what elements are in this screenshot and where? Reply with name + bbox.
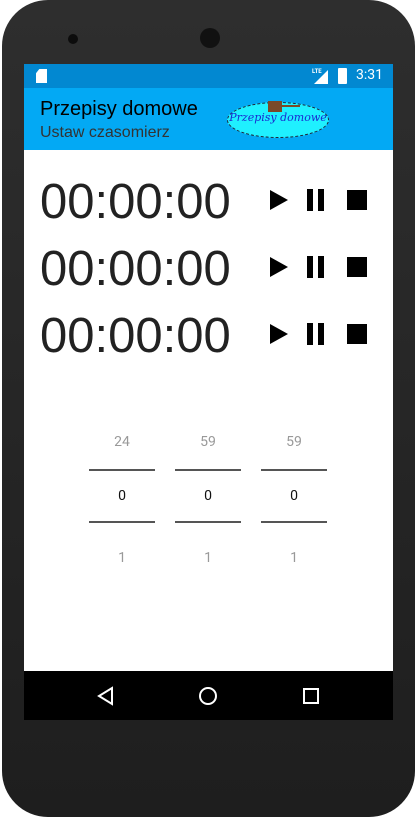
back-icon[interactable] (96, 686, 116, 706)
clock: 3:31 (356, 67, 383, 83)
picker-prev[interactable]: 59 (261, 434, 327, 454)
minutes-picker[interactable]: 59 0 1 (175, 434, 241, 570)
recents-icon[interactable] (301, 686, 321, 706)
play-icon[interactable] (266, 188, 290, 212)
picker-current[interactable]: 0 (175, 471, 241, 521)
picker-current[interactable]: 0 (261, 471, 327, 521)
stop-icon[interactable] (345, 322, 369, 346)
pause-icon[interactable] (304, 188, 328, 212)
play-icon[interactable] (266, 322, 290, 346)
lte-signal-icon: LTE (312, 68, 328, 84)
play-icon[interactable] (266, 255, 290, 279)
timer-row: 00:00:00 (40, 308, 385, 368)
navigation-bar (24, 671, 393, 720)
home-icon[interactable] (198, 686, 218, 706)
timer-row: 00:00:00 (40, 174, 385, 234)
timer-display: 00:00:00 (40, 309, 231, 363)
picker-next[interactable]: 1 (261, 550, 327, 570)
app-subtitle: Ustaw czasomierz (40, 124, 170, 141)
hours-picker[interactable]: 24 0 1 (89, 434, 155, 570)
timer-row: 00:00:00 (40, 241, 385, 301)
app-title: Przepisy domowe (40, 98, 198, 120)
speaker (200, 28, 220, 48)
picker-prev[interactable]: 59 (175, 434, 241, 454)
toolbar: Przepisy domowe Ustaw czasomierz Przepis… (24, 88, 393, 150)
picker-prev[interactable]: 24 (89, 434, 155, 454)
camera (68, 34, 78, 44)
timer-display: 00:00:00 (40, 175, 231, 229)
battery-icon (338, 68, 347, 84)
status-bar: LTE 3:31 (24, 64, 393, 88)
logo-text: Przepisy domowe (229, 111, 327, 124)
stop-icon[interactable] (345, 255, 369, 279)
app-logo: Przepisy domowe (227, 101, 329, 138)
screen: LTE 3:31 Przepisy domowe Ustaw czasomier… (24, 64, 393, 720)
seconds-picker[interactable]: 59 0 1 (261, 434, 327, 570)
picker-next[interactable]: 1 (89, 550, 155, 570)
network-label: LTE (312, 68, 322, 75)
pause-icon[interactable] (304, 255, 328, 279)
stop-icon[interactable] (345, 188, 369, 212)
pause-icon[interactable] (304, 322, 328, 346)
sd-card-icon (36, 69, 47, 83)
timer-display: 00:00:00 (40, 242, 231, 296)
picker-next[interactable]: 1 (175, 550, 241, 570)
picker-current[interactable]: 0 (89, 471, 155, 521)
